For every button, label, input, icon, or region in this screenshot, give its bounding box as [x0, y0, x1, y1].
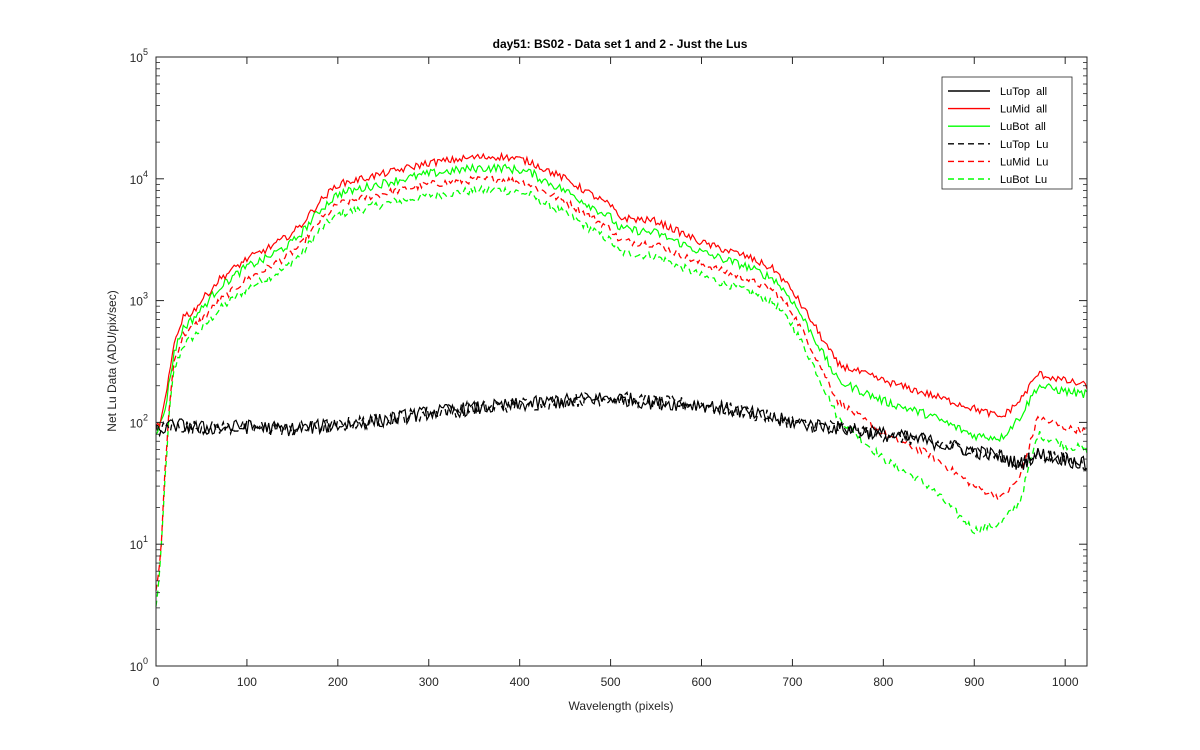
x-tick-label: 300	[419, 675, 439, 689]
y-tick-label: 102	[130, 412, 148, 430]
y-tick-exponent: 3	[143, 291, 148, 301]
legend-label-2: LuMid all	[1000, 104, 1047, 116]
y-tick-base: 10	[130, 173, 144, 187]
legend-label-4: LuTop Lu	[1000, 139, 1048, 151]
x-tick-label: 200	[328, 675, 348, 689]
y-tick-label: 100	[130, 656, 148, 674]
x-tick-label: 600	[691, 675, 711, 689]
y-tick-label: 105	[130, 47, 148, 65]
chart-title: day51: BS02 - Data set 1 and 2 - Just th…	[493, 37, 748, 51]
x-tick-label: 1000	[1052, 675, 1079, 689]
x-tick-label: 400	[510, 675, 530, 689]
x-tick-label: 900	[964, 675, 984, 689]
y-tick-base: 10	[130, 538, 144, 552]
line-chart: day51: BS02 - Data set 1 and 2 - Just th…	[105, 37, 1088, 713]
y-tick-base: 10	[130, 660, 144, 674]
y-tick-label: 101	[130, 534, 148, 552]
y-tick-base: 10	[130, 51, 144, 65]
legend: LuTop all LuMid all LuBot all LuTop Lu LuMid…	[941, 76, 1073, 190]
legend-label-6: LuBot Lu	[1000, 174, 1047, 186]
x-tick-label: 700	[782, 675, 802, 689]
y-tick-exponent: 4	[143, 169, 148, 179]
figure: day51: BS02 - Data set 1 and 2 - Just th…	[0, 0, 1200, 750]
y-tick-label: 103	[130, 291, 148, 309]
legend-label-5: LuMid Lu	[1000, 156, 1048, 168]
x-tick-label: 800	[873, 675, 893, 689]
legend-label-1: LuTop all	[1000, 86, 1047, 98]
y-tick-exponent: 2	[143, 412, 148, 422]
y-tick-base: 10	[130, 416, 144, 430]
y-tick-label: 104	[130, 169, 148, 187]
x-axis-label: Wavelength (pixels)	[569, 699, 674, 713]
y-axis-label: Net Lu Data (ADU/pix/sec)	[105, 290, 119, 431]
y-tick-exponent: 1	[143, 534, 148, 544]
legend-label-3: LuBot all	[1000, 121, 1046, 133]
x-tick-label: 100	[237, 675, 257, 689]
x-tick-label: 500	[601, 675, 621, 689]
y-tick-exponent: 5	[143, 47, 148, 57]
x-tick-label: 0	[153, 675, 160, 689]
y-tick-exponent: 0	[143, 656, 148, 666]
y-tick-base: 10	[130, 295, 144, 309]
